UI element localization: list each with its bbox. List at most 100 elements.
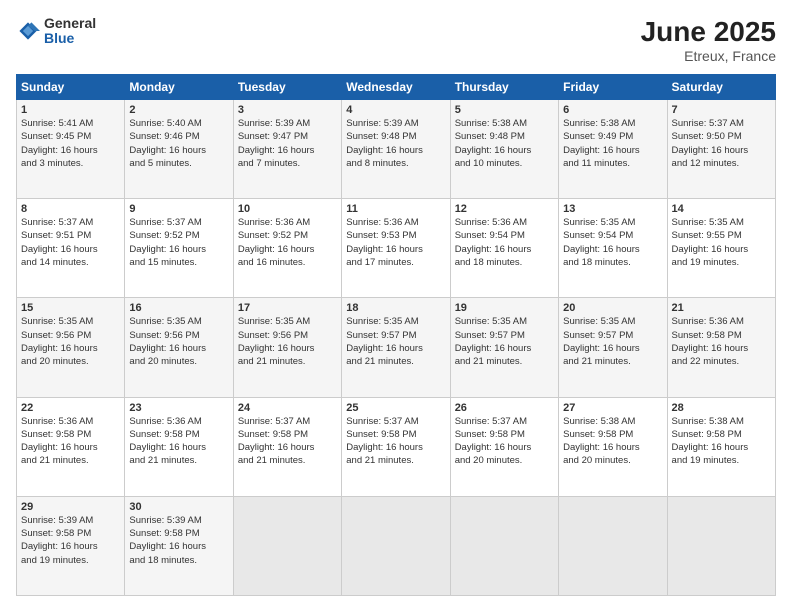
logo-text: General Blue — [44, 16, 96, 47]
day-number: 22 — [21, 402, 120, 414]
day-info: Sunrise: 5:36 AM Sunset: 9:53 PM Dayligh… — [346, 216, 445, 269]
day-info: Sunrise: 5:37 AM Sunset: 9:58 PM Dayligh… — [346, 415, 445, 468]
day-info: Sunrise: 5:36 AM Sunset: 9:58 PM Dayligh… — [21, 415, 120, 468]
day-number: 2 — [129, 104, 228, 116]
daylight-detail: and 10 minutes. — [455, 158, 523, 169]
day-number: 23 — [129, 402, 228, 414]
sunrise-label: Sunrise: 5:36 AM — [129, 416, 201, 427]
sunrise-label: Sunrise: 5:36 AM — [21, 416, 93, 427]
calendar-cell: 10 Sunrise: 5:36 AM Sunset: 9:52 PM Dayl… — [233, 199, 341, 298]
sunrise-label: Sunrise: 5:35 AM — [672, 217, 744, 228]
daylight-label: Daylight: 16 hours — [563, 145, 640, 156]
daylight-label: Daylight: 16 hours — [129, 244, 206, 255]
calendar-cell: 17 Sunrise: 5:35 AM Sunset: 9:56 PM Dayl… — [233, 298, 341, 397]
sunset-label: Sunset: 9:57 PM — [563, 330, 633, 341]
sunset-label: Sunset: 9:58 PM — [21, 429, 91, 440]
sunrise-label: Sunrise: 5:35 AM — [346, 316, 418, 327]
day-info: Sunrise: 5:38 AM Sunset: 9:58 PM Dayligh… — [672, 415, 771, 468]
sunrise-label: Sunrise: 5:35 AM — [563, 316, 635, 327]
calendar-cell: 13 Sunrise: 5:35 AM Sunset: 9:54 PM Dayl… — [559, 199, 667, 298]
day-info: Sunrise: 5:38 AM Sunset: 9:49 PM Dayligh… — [563, 117, 662, 170]
daylight-detail: and 20 minutes. — [563, 455, 631, 466]
daylight-detail: and 12 minutes. — [672, 158, 740, 169]
daylight-label: Daylight: 16 hours — [455, 442, 532, 453]
daylight-detail: and 19 minutes. — [672, 455, 740, 466]
sunset-label: Sunset: 9:58 PM — [21, 528, 91, 539]
daylight-label: Daylight: 16 hours — [21, 145, 98, 156]
calendar-cell: 30 Sunrise: 5:39 AM Sunset: 9:58 PM Dayl… — [125, 496, 233, 595]
sunset-label: Sunset: 9:50 PM — [672, 131, 742, 142]
daylight-detail: and 20 minutes. — [455, 455, 523, 466]
day-number: 25 — [346, 402, 445, 414]
daylight-label: Daylight: 16 hours — [129, 343, 206, 354]
column-header-tuesday: Tuesday — [233, 75, 341, 100]
day-number: 12 — [455, 203, 554, 215]
sunset-label: Sunset: 9:46 PM — [129, 131, 199, 142]
column-header-sunday: Sunday — [17, 75, 125, 100]
sunset-label: Sunset: 9:54 PM — [455, 230, 525, 241]
day-info: Sunrise: 5:35 AM Sunset: 9:55 PM Dayligh… — [672, 216, 771, 269]
sunset-label: Sunset: 9:56 PM — [129, 330, 199, 341]
calendar-cell: 27 Sunrise: 5:38 AM Sunset: 9:58 PM Dayl… — [559, 397, 667, 496]
day-number: 14 — [672, 203, 771, 215]
daylight-label: Daylight: 16 hours — [21, 442, 98, 453]
calendar-cell: 24 Sunrise: 5:37 AM Sunset: 9:58 PM Dayl… — [233, 397, 341, 496]
day-number: 19 — [455, 302, 554, 314]
sunset-label: Sunset: 9:55 PM — [672, 230, 742, 241]
day-number: 13 — [563, 203, 662, 215]
daylight-detail: and 5 minutes. — [129, 158, 191, 169]
daylight-detail: and 21 minutes. — [238, 455, 306, 466]
day-number: 27 — [563, 402, 662, 414]
page: General Blue June 2025 Etreux, France Su… — [0, 0, 792, 612]
sunrise-label: Sunrise: 5:37 AM — [21, 217, 93, 228]
sunset-label: Sunset: 9:51 PM — [21, 230, 91, 241]
day-number: 18 — [346, 302, 445, 314]
calendar-cell: 28 Sunrise: 5:38 AM Sunset: 9:58 PM Dayl… — [667, 397, 775, 496]
daylight-detail: and 20 minutes. — [21, 356, 89, 367]
day-number: 29 — [21, 501, 120, 513]
day-info: Sunrise: 5:38 AM Sunset: 9:48 PM Dayligh… — [455, 117, 554, 170]
sunrise-label: Sunrise: 5:37 AM — [238, 416, 310, 427]
calendar-cell: 21 Sunrise: 5:36 AM Sunset: 9:58 PM Dayl… — [667, 298, 775, 397]
day-info: Sunrise: 5:36 AM Sunset: 9:52 PM Dayligh… — [238, 216, 337, 269]
daylight-detail: and 22 minutes. — [672, 356, 740, 367]
day-number: 16 — [129, 302, 228, 314]
calendar-cell: 26 Sunrise: 5:37 AM Sunset: 9:58 PM Dayl… — [450, 397, 558, 496]
sunrise-label: Sunrise: 5:40 AM — [129, 118, 201, 129]
calendar-cell: 15 Sunrise: 5:35 AM Sunset: 9:56 PM Dayl… — [17, 298, 125, 397]
sunset-label: Sunset: 9:48 PM — [455, 131, 525, 142]
daylight-label: Daylight: 16 hours — [563, 343, 640, 354]
title-area: June 2025 Etreux, France — [641, 16, 776, 64]
day-number: 20 — [563, 302, 662, 314]
day-info: Sunrise: 5:37 AM Sunset: 9:58 PM Dayligh… — [238, 415, 337, 468]
day-info: Sunrise: 5:35 AM Sunset: 9:57 PM Dayligh… — [346, 315, 445, 368]
daylight-label: Daylight: 16 hours — [238, 244, 315, 255]
calendar-cell: 11 Sunrise: 5:36 AM Sunset: 9:53 PM Dayl… — [342, 199, 450, 298]
day-number: 6 — [563, 104, 662, 116]
sunset-label: Sunset: 9:58 PM — [129, 429, 199, 440]
daylight-detail: and 19 minutes. — [672, 257, 740, 268]
day-number: 17 — [238, 302, 337, 314]
sunrise-label: Sunrise: 5:36 AM — [238, 217, 310, 228]
calendar-cell — [667, 496, 775, 595]
sunset-label: Sunset: 9:58 PM — [672, 330, 742, 341]
day-info: Sunrise: 5:38 AM Sunset: 9:58 PM Dayligh… — [563, 415, 662, 468]
day-info: Sunrise: 5:37 AM Sunset: 9:58 PM Dayligh… — [455, 415, 554, 468]
sunset-label: Sunset: 9:47 PM — [238, 131, 308, 142]
daylight-detail: and 18 minutes. — [129, 555, 197, 566]
calendar-cell: 6 Sunrise: 5:38 AM Sunset: 9:49 PM Dayli… — [559, 100, 667, 199]
day-number: 9 — [129, 203, 228, 215]
daylight-label: Daylight: 16 hours — [346, 442, 423, 453]
sunset-label: Sunset: 9:58 PM — [672, 429, 742, 440]
logo-icon — [16, 19, 40, 43]
day-number: 4 — [346, 104, 445, 116]
day-number: 10 — [238, 203, 337, 215]
day-info: Sunrise: 5:37 AM Sunset: 9:50 PM Dayligh… — [672, 117, 771, 170]
daylight-detail: and 20 minutes. — [129, 356, 197, 367]
daylight-label: Daylight: 16 hours — [129, 541, 206, 552]
sunset-label: Sunset: 9:52 PM — [238, 230, 308, 241]
column-header-monday: Monday — [125, 75, 233, 100]
daylight-label: Daylight: 16 hours — [563, 442, 640, 453]
daylight-detail: and 15 minutes. — [129, 257, 197, 268]
calendar-cell: 5 Sunrise: 5:38 AM Sunset: 9:48 PM Dayli… — [450, 100, 558, 199]
